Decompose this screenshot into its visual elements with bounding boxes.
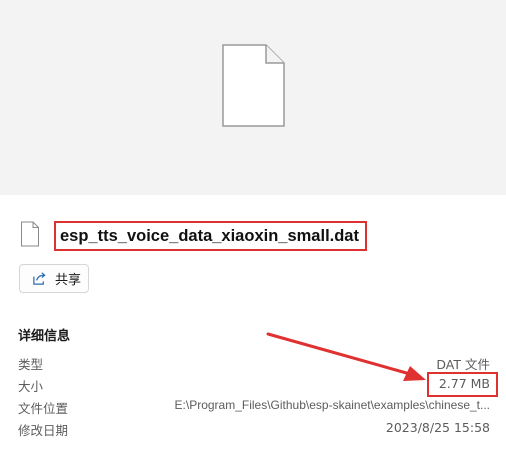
document-icon <box>21 221 39 247</box>
size-highlight-box <box>427 372 498 397</box>
detail-row-size: 大小 2.77 MB <box>18 376 490 396</box>
share-button-label: 共享 <box>55 273 82 288</box>
file-name: esp_tts_voice_data_xiaoxin_small.dat <box>54 221 367 251</box>
detail-row-modified: 修改日期 2023/8/25 15:58 <box>18 420 490 440</box>
file-header: esp_tts_voice_data_xiaoxin_small.dat <box>20 217 500 253</box>
share-button[interactable]: 共享 <box>19 264 89 293</box>
detail-value: DAT 文件 <box>436 357 490 372</box>
share-icon <box>33 272 46 285</box>
detail-key: 文件位置 <box>18 401 69 416</box>
file-location-link[interactable]: E:\Program_Files\Github\esp-skainet\exam… <box>175 398 490 412</box>
details-title: 详细信息 <box>18 329 71 344</box>
detail-key: 类型 <box>18 357 44 372</box>
detail-value: 2023/8/25 15:58 <box>385 420 490 435</box>
file-details-pane: esp_tts_voice_data_xiaoxin_small.dat 共享 … <box>0 0 506 450</box>
detail-row-type: 类型 DAT 文件 <box>18 354 490 374</box>
detail-row-location: 文件位置 E:\Program_Files\Github\esp-skainet… <box>18 398 490 418</box>
detail-key: 修改日期 <box>18 423 69 438</box>
detail-key: 大小 <box>18 379 44 394</box>
file-preview-area <box>0 0 506 195</box>
document-icon <box>222 44 285 127</box>
